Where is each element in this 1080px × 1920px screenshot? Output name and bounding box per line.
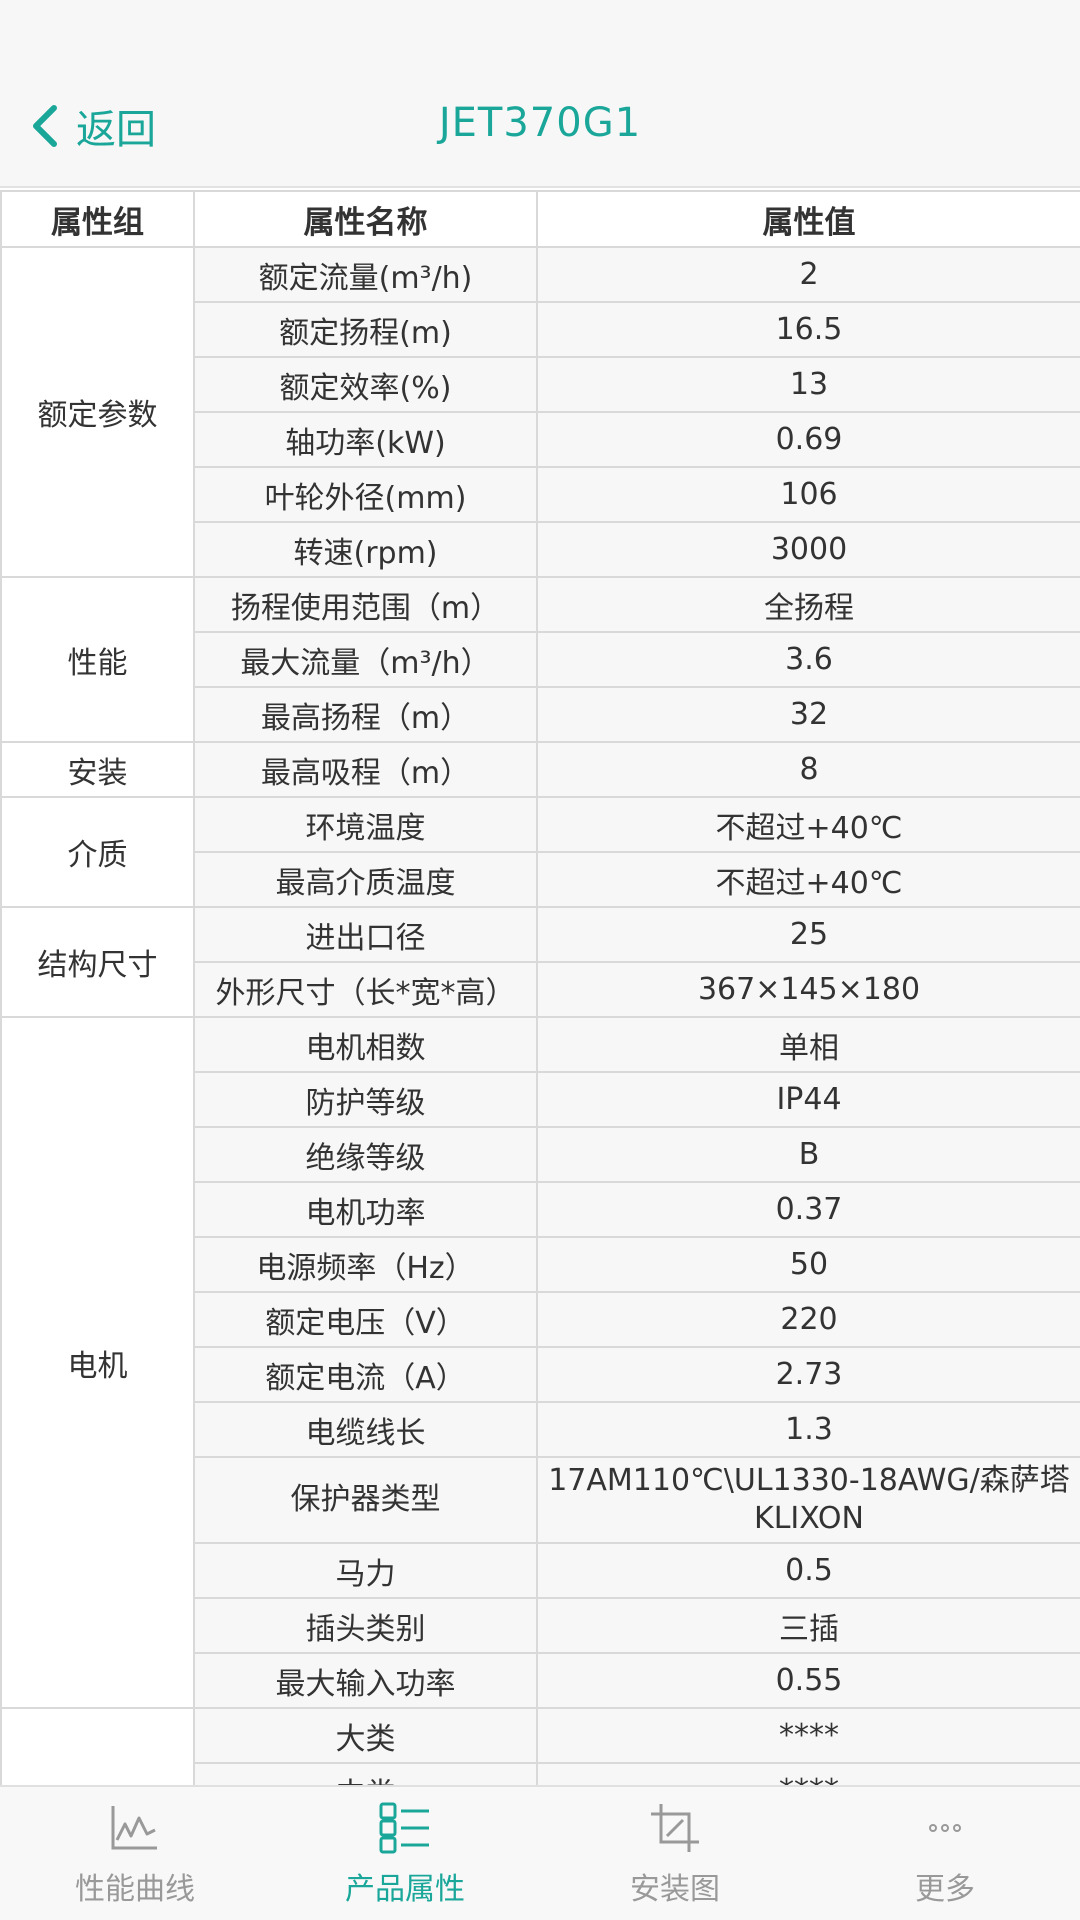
attribute-value: ****	[536, 1707, 1080, 1764]
attribute-name: 插头类别	[193, 1597, 538, 1654]
attribute-value: 0.69	[536, 411, 1080, 468]
table-row: 安装 最高吸程（m） 8	[0, 741, 1080, 798]
attribute-name: 大类	[193, 1707, 538, 1764]
group-cell: 介质	[0, 796, 195, 908]
column-header-group: 属性组	[0, 190, 195, 248]
attribute-name: 叶轮外径(mm)	[193, 466, 538, 523]
attribute-value: 0.55	[536, 1652, 1080, 1709]
attribute-name: 电缆线长	[193, 1401, 538, 1458]
table-row: 性能 扬程使用范围（m） 全扬程	[0, 576, 1080, 743]
attribute-name: 额定流量(m³/h)	[193, 246, 538, 303]
attribute-table: 属性组 属性名称 属性值 额定参数 额定流量(m³/h) 2 额定扬程(m) 1…	[0, 190, 1080, 1785]
attribute-name: 转速(rpm)	[193, 521, 538, 578]
crop-icon	[651, 1803, 699, 1852]
tab-label: 安装图	[630, 1871, 720, 1907]
group-cell	[0, 1707, 195, 1785]
attribute-name: 最大输入功率	[193, 1652, 538, 1709]
attribute-name: 环境温度	[193, 796, 538, 853]
attribute-name: 最大流量（m³/h）	[193, 631, 538, 688]
attribute-value: 3000	[536, 521, 1080, 578]
attribute-name: 外形尺寸（长*宽*高）	[193, 961, 538, 1018]
attribute-value: 17AM110℃\UL1330-18AWG/森萨塔KLIXON	[536, 1456, 1080, 1544]
attribute-name: 电机相数	[193, 1016, 538, 1073]
attribute-value: B	[536, 1126, 1080, 1183]
attribute-value: 50	[536, 1236, 1080, 1293]
attribute-value: 单相	[536, 1016, 1080, 1073]
attribute-name: 最高吸程（m）	[193, 741, 538, 798]
attribute-name: 马力	[193, 1542, 538, 1599]
attribute-value: 全扬程	[536, 576, 1080, 633]
attribute-value: 367×145×180	[536, 961, 1080, 1018]
attribute-value: 2	[536, 246, 1080, 303]
table-row: 结构尺寸 进出口径 25	[0, 906, 1080, 1018]
attribute-value: 不超过+40℃	[536, 851, 1080, 908]
attribute-value: 2.73	[536, 1346, 1080, 1403]
attribute-name: 扬程使用范围（m）	[193, 576, 538, 633]
bottom-tab-bar: 性能曲线 产品属性 安装图 更多	[0, 1785, 1080, 1920]
tab-label: 更多	[915, 1871, 975, 1907]
table-row: 大类 ****	[0, 1707, 1080, 1785]
attribute-name: 额定效率(%)	[193, 356, 538, 413]
tab-installation-drawing[interactable]: 安装图	[540, 1787, 810, 1920]
attribute-name: 防护等级	[193, 1071, 538, 1128]
attribute-value: 8	[536, 741, 1080, 798]
group-cell: 安装	[0, 741, 195, 798]
column-header-name: 属性名称	[193, 190, 538, 248]
tab-performance-curve[interactable]: 性能曲线	[0, 1787, 270, 1920]
group-cell: 额定参数	[0, 246, 195, 578]
attribute-name: 最高介质温度	[193, 851, 538, 908]
table-row: 介质 环境温度 不超过+40℃	[0, 796, 1080, 908]
more-icon	[929, 1823, 961, 1832]
app-header: 返回 JET370G1	[0, 0, 1080, 188]
list-icon	[379, 1802, 429, 1853]
attribute-value: 106	[536, 466, 1080, 523]
page-title: JET370G1	[438, 100, 642, 146]
group-cell: 结构尺寸	[0, 906, 195, 1018]
table-row: 额定参数 额定流量(m³/h) 2	[0, 246, 1080, 578]
group-cell: 电机	[0, 1016, 195, 1709]
attribute-name: 保护器类型	[193, 1456, 538, 1544]
attribute-table-scroll[interactable]: 属性组 属性名称 属性值 额定参数 额定流量(m³/h) 2 额定扬程(m) 1…	[0, 190, 1080, 1785]
line-chart-icon	[111, 1805, 157, 1849]
tab-more[interactable]: 更多	[810, 1787, 1080, 1920]
tab-label: 性能曲线	[75, 1871, 195, 1907]
attribute-name: 中类	[193, 1762, 538, 1785]
attribute-name: 额定电流（A）	[193, 1346, 538, 1403]
attribute-name: 轴功率(kW)	[193, 411, 538, 468]
column-header-value: 属性值	[536, 190, 1080, 248]
attribute-value: 25	[536, 906, 1080, 963]
attribute-value: 0.37	[536, 1181, 1080, 1238]
attribute-value: 三插	[536, 1597, 1080, 1654]
table-header-row: 属性组 属性名称 属性值	[0, 190, 1080, 248]
attribute-value: 220	[536, 1291, 1080, 1348]
attribute-name: 额定电压（V）	[193, 1291, 538, 1348]
attribute-value: 3.6	[536, 631, 1080, 688]
attribute-value: 1.3	[536, 1401, 1080, 1458]
attribute-value: 13	[536, 356, 1080, 413]
group-cell: 性能	[0, 576, 195, 743]
attribute-value: IP44	[536, 1071, 1080, 1128]
attribute-value: 32	[536, 686, 1080, 743]
attribute-name: 绝缘等级	[193, 1126, 538, 1183]
attribute-name: 电机功率	[193, 1181, 538, 1238]
tab-product-attributes[interactable]: 产品属性	[270, 1787, 540, 1920]
attribute-name: 最高扬程（m）	[193, 686, 538, 743]
attribute-value: 不超过+40℃	[536, 796, 1080, 853]
attribute-name: 额定扬程(m)	[193, 301, 538, 358]
table-row: 电机 电机相数 单相	[0, 1016, 1080, 1709]
tab-label: 产品属性	[345, 1871, 465, 1907]
attribute-value: 0.5	[536, 1542, 1080, 1599]
attribute-name: 电源频率（Hz）	[193, 1236, 538, 1293]
attribute-value: 16.5	[536, 301, 1080, 358]
attribute-name: 进出口径	[193, 906, 538, 963]
attribute-value: ****	[536, 1762, 1080, 1785]
